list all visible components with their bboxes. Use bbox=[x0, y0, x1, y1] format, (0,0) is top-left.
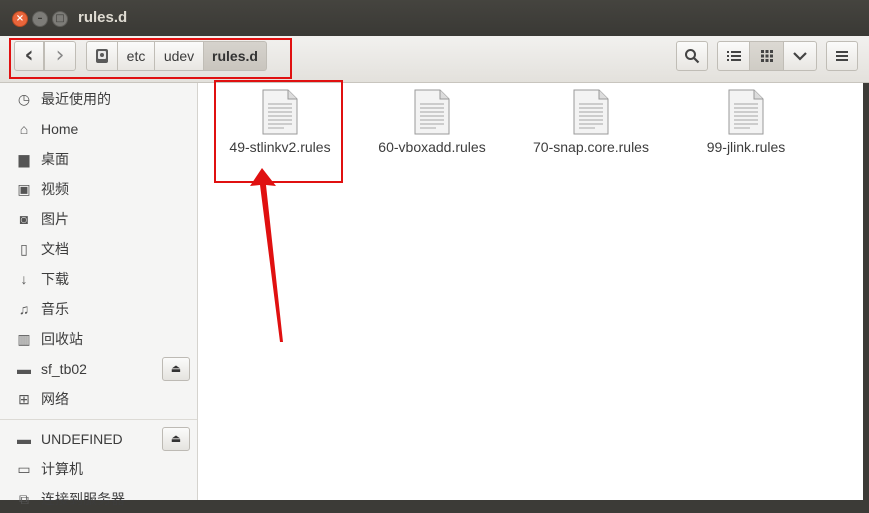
title-bar: × – □ rules.d bbox=[0, 0, 869, 36]
video-icon: ▣ bbox=[17, 181, 31, 197]
search-button[interactable] bbox=[676, 41, 708, 71]
sidebar-item-downloads[interactable]: ↓ 下载 bbox=[0, 265, 197, 293]
sidebar-divider bbox=[0, 419, 197, 420]
sidebar-item-label: 连接到服务器 bbox=[41, 491, 125, 507]
recent-icon: ◷ bbox=[17, 91, 31, 107]
sidebar-item-trash[interactable]: ▥ 回收站 bbox=[0, 325, 197, 353]
sidebar-item-pictures[interactable]: ◙ 图片 bbox=[0, 205, 197, 233]
sidebar-item-label: 图片 bbox=[41, 211, 69, 227]
annotation-arrow bbox=[250, 168, 283, 342]
sidebar: ◷ 最近使用的 ⌂ Home ▆ 桌面 ▣ 视频 ◙ 图片 ▯ 文档 ↓ 下载 … bbox=[0, 83, 198, 507]
text-file-icon bbox=[414, 89, 450, 135]
close-window-button[interactable]: × bbox=[12, 11, 28, 27]
search-icon bbox=[685, 49, 700, 64]
file-item[interactable]: 60-vboxadd.rules bbox=[357, 83, 507, 173]
home-icon: ⌂ bbox=[19, 121, 29, 137]
drive-icon: ▬ bbox=[17, 431, 31, 447]
sidebar-item-connect-server[interactable]: ⧉ 连接到服务器 bbox=[0, 485, 197, 513]
grid-view-icon bbox=[760, 50, 773, 62]
drive-icon: ▬ bbox=[17, 361, 31, 377]
eject-button[interactable]: ⏏ bbox=[162, 427, 190, 451]
chevron-down-icon bbox=[793, 52, 807, 61]
sidebar-item-label: sf_tb02 bbox=[41, 361, 87, 377]
list-view-button[interactable] bbox=[717, 41, 750, 71]
file-name: 99-jlink.rules bbox=[706, 139, 786, 155]
sidebar-item-sf-tb02[interactable]: ▬ sf_tb02 ⏏ bbox=[0, 355, 197, 383]
window-edge bbox=[863, 83, 869, 500]
sidebar-item-label: 回收站 bbox=[41, 331, 83, 347]
sidebar-item-label: UNDEFINED bbox=[41, 431, 123, 447]
view-options-button[interactable] bbox=[783, 41, 817, 71]
sidebar-item-documents[interactable]: ▯ 文档 bbox=[0, 235, 197, 263]
grid-view-button[interactable] bbox=[749, 41, 784, 71]
minimize-window-button[interactable]: – bbox=[32, 11, 48, 27]
trash-icon: ▥ bbox=[17, 331, 31, 347]
sidebar-item-video[interactable]: ▣ 视频 bbox=[0, 175, 197, 203]
annotation-box-path bbox=[9, 38, 292, 79]
window-title: rules.d bbox=[78, 9, 128, 26]
downloads-icon: ↓ bbox=[20, 271, 28, 287]
file-name: 70-snap.core.rules bbox=[533, 139, 649, 155]
maximize-window-button[interactable]: □ bbox=[52, 11, 68, 27]
sidebar-item-label: 最近使用的 bbox=[41, 91, 111, 107]
file-name: 60-vboxadd.rules bbox=[378, 139, 486, 155]
server-icon: ⧉ bbox=[19, 491, 29, 507]
desktop-icon: ▆ bbox=[18, 151, 30, 167]
sidebar-item-label: 桌面 bbox=[41, 151, 69, 167]
sidebar-item-label: 计算机 bbox=[41, 461, 83, 477]
sidebar-item-label: 下载 bbox=[41, 271, 69, 287]
text-file-icon bbox=[728, 89, 764, 135]
network-icon: ⊞ bbox=[18, 391, 30, 407]
pictures-icon: ◙ bbox=[19, 211, 29, 227]
sidebar-item-label: 网络 bbox=[41, 391, 69, 407]
sidebar-item-network[interactable]: ⊞ 网络 bbox=[0, 385, 197, 413]
menu-button[interactable] bbox=[826, 41, 858, 71]
list-view-icon bbox=[726, 51, 741, 61]
documents-icon: ▯ bbox=[20, 241, 28, 257]
sidebar-item-computer[interactable]: ▭ 计算机 bbox=[0, 455, 197, 483]
hamburger-icon bbox=[836, 51, 848, 61]
computer-icon: ▭ bbox=[17, 461, 31, 477]
sidebar-item-recent[interactable]: ◷ 最近使用的 bbox=[0, 85, 197, 113]
eject-button[interactable]: ⏏ bbox=[162, 357, 190, 381]
text-file-icon bbox=[573, 89, 609, 135]
sidebar-item-desktop[interactable]: ▆ 桌面 bbox=[0, 145, 197, 173]
sidebar-item-label: 文档 bbox=[41, 241, 69, 257]
sidebar-item-home[interactable]: ⌂ Home bbox=[0, 115, 197, 143]
file-item[interactable]: 99-jlink.rules bbox=[671, 83, 821, 173]
sidebar-item-label: 视频 bbox=[41, 181, 69, 197]
file-item[interactable]: 70-snap.core.rules bbox=[516, 83, 666, 173]
sidebar-item-music[interactable]: ♫ 音乐 bbox=[0, 295, 197, 323]
sidebar-item-undefined[interactable]: ▬ UNDEFINED ⏏ bbox=[0, 425, 197, 453]
music-icon: ♫ bbox=[18, 301, 30, 317]
sidebar-item-label: Home bbox=[41, 121, 79, 137]
sidebar-item-label: 音乐 bbox=[41, 301, 69, 317]
